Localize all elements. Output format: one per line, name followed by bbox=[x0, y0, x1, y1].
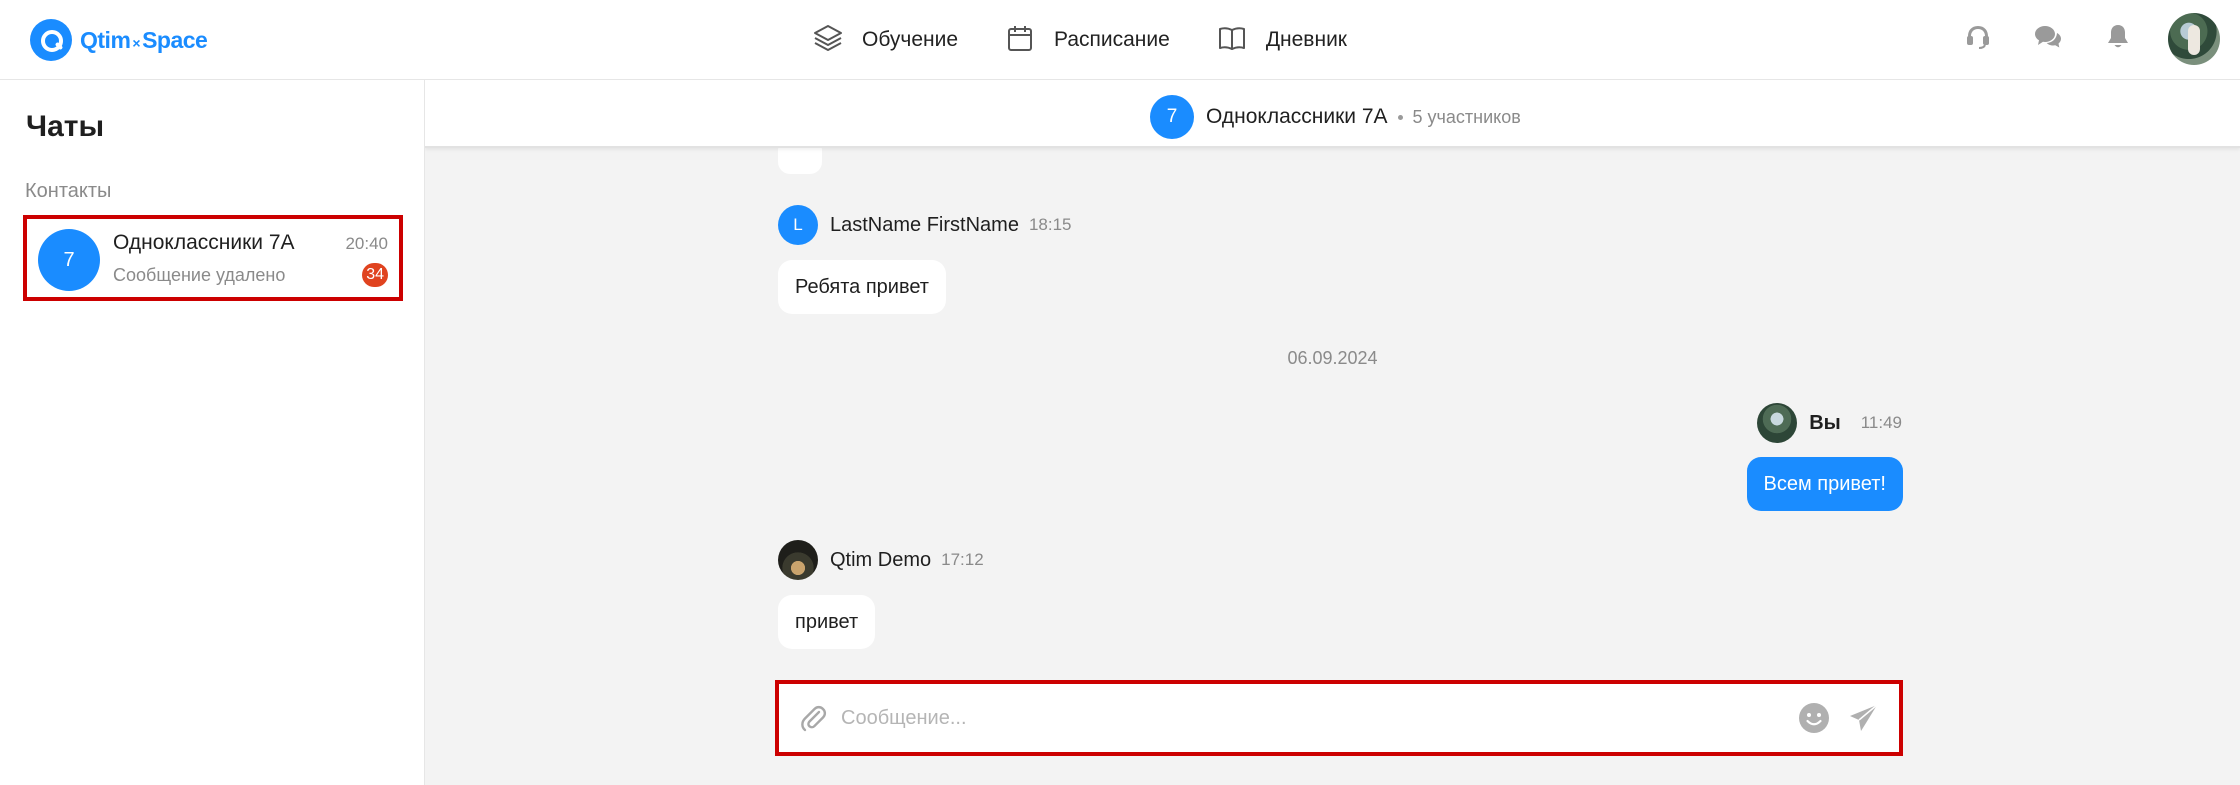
message-bubble[interactable]: Ребята привет bbox=[778, 260, 946, 314]
logo-product: Space bbox=[142, 26, 208, 53]
chat-time: 20:40 bbox=[345, 234, 388, 253]
message-input[interactable] bbox=[841, 698, 1741, 738]
message-time: 11:49 bbox=[1860, 413, 1902, 432]
message-avatar[interactable] bbox=[1757, 403, 1798, 443]
logo-brand: Qtim bbox=[80, 26, 131, 53]
nav-item-diary[interactable]: Дневник bbox=[1216, 22, 1347, 59]
contacts-section-label: Контакты bbox=[25, 180, 112, 202]
message-header-own: 11:49 Вы bbox=[1757, 403, 1902, 443]
nav-label-learning: Обучение bbox=[862, 28, 959, 51]
headset-icon bbox=[1962, 21, 1994, 58]
message-bubble-own[interactable]: Всем привет! bbox=[1746, 457, 1903, 511]
message-time: 17:12 bbox=[941, 550, 984, 569]
chat-header-title: Одноклассники 7А bbox=[1206, 105, 1388, 128]
nav-label-schedule: Расписание bbox=[1054, 28, 1170, 51]
layers-icon bbox=[812, 22, 844, 59]
sidebar-title: Чаты bbox=[26, 110, 105, 143]
message-time: 18:15 bbox=[1028, 215, 1072, 234]
date-separator: 06.09.2024 bbox=[1287, 348, 1378, 368]
user-avatar[interactable] bbox=[2168, 13, 2220, 65]
top-actions bbox=[1928, 13, 2220, 65]
bell-icon bbox=[2102, 21, 2134, 58]
separator-dot bbox=[1397, 114, 1403, 120]
logo-icon bbox=[30, 19, 72, 61]
top-bar: Qtim ×Space Обучение Расписание Дневник bbox=[0, 0, 2240, 80]
message-bubble[interactable]: привет bbox=[778, 595, 876, 649]
chat-header-info[interactable]: 7 Одноклассники 7А 5 участников bbox=[1150, 95, 1521, 139]
message-header: Qtim Demo 17:12 bbox=[778, 540, 984, 580]
message-author: Вы bbox=[1809, 411, 1841, 434]
message-avatar[interactable] bbox=[778, 540, 818, 580]
book-icon bbox=[1216, 22, 1248, 59]
nav-item-schedule[interactable]: Расписание bbox=[1004, 22, 1170, 59]
messages-button[interactable] bbox=[2028, 19, 2068, 59]
chat-preview: Сообщение удалено bbox=[113, 265, 286, 285]
nav-item-learning[interactable]: Обучение bbox=[812, 22, 958, 59]
notifications-button[interactable] bbox=[2098, 19, 2138, 59]
logo-text: Qtim ×Space bbox=[80, 26, 208, 54]
logo[interactable]: Qtim ×Space bbox=[30, 18, 208, 62]
message-avatar[interactable]: L bbox=[778, 205, 818, 245]
send-icon[interactable] bbox=[1847, 701, 1881, 735]
chats-sidebar: Чаты Контакты 7 Одноклассники 7А 20:40 С… bbox=[0, 80, 425, 785]
chat-members-count: 5 участников bbox=[1412, 106, 1521, 127]
logo-separator: × bbox=[132, 34, 141, 51]
chat-header-avatar: 7 bbox=[1150, 95, 1194, 139]
main-nav: Обучение Расписание Дневник bbox=[812, 0, 1393, 80]
chat-panel: 7 Одноклассники 7А 5 участников L LastNa… bbox=[425, 80, 2240, 785]
nav-label-diary: Дневник bbox=[1265, 28, 1347, 51]
chat-avatar: 7 bbox=[38, 229, 100, 291]
chat-name: Одноклассники 7А bbox=[113, 231, 295, 254]
message-author: Qtim Demo bbox=[830, 548, 932, 571]
support-button[interactable] bbox=[1958, 19, 1998, 59]
chat-list-item[interactable]: 7 Одноклассники 7А 20:40 Сообщение удале… bbox=[23, 215, 403, 301]
emoji-icon[interactable] bbox=[1797, 701, 1831, 735]
paperclip-icon[interactable] bbox=[797, 702, 829, 734]
chat-bubbles-icon bbox=[2032, 21, 2064, 58]
calendar-icon bbox=[1004, 22, 1036, 59]
chat-header: 7 Одноклассники 7А 5 участников bbox=[425, 80, 2240, 148]
message-author: LastName FirstName bbox=[830, 213, 1019, 236]
message-composer bbox=[775, 680, 1903, 756]
message-header: L LastName FirstName 18:15 bbox=[778, 205, 1071, 245]
unread-badge: 34 bbox=[362, 263, 388, 287]
